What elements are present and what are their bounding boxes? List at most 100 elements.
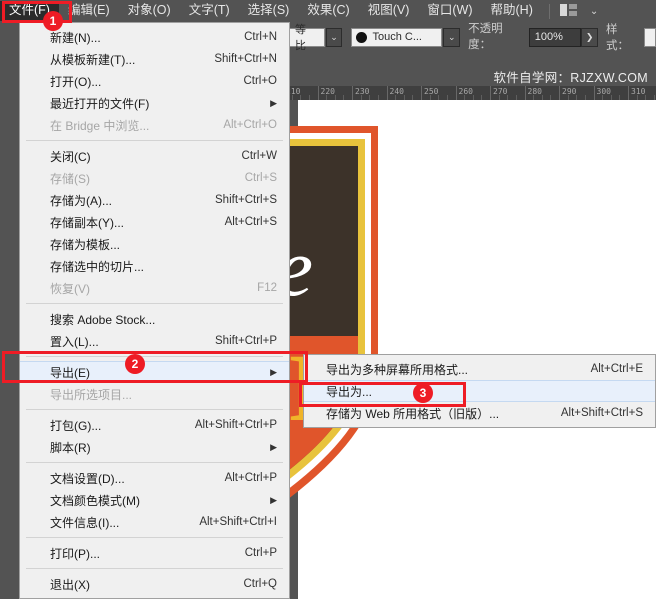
menu-separator bbox=[26, 568, 283, 569]
file-menu-item[interactable]: 文件信息(I)... Alt+Shift+Ctrl+I bbox=[20, 511, 289, 533]
menubar-item-window[interactable]: 窗口(W) bbox=[418, 1, 481, 21]
file-menu-item-shortcut: Ctrl+P bbox=[244, 547, 277, 559]
menubar-item-edit[interactable]: 编辑(E) bbox=[59, 1, 119, 21]
file-menu-item-label: 脚本(R) bbox=[50, 440, 91, 455]
ruler-tick bbox=[559, 86, 560, 100]
opacity-input[interactable]: 100% bbox=[528, 27, 582, 47]
file-menu-item[interactable]: 存储为模板... bbox=[20, 233, 289, 255]
submenu-arrow-icon: ▶ bbox=[270, 366, 277, 377]
ruler-label: 270 bbox=[493, 87, 508, 96]
artboard[interactable]: MAIN Coffee bbox=[289, 100, 656, 599]
file-menu-item-label: 退出(X) bbox=[50, 577, 90, 592]
menubar-item-help[interactable]: 帮助(H) bbox=[482, 1, 542, 21]
submenu-arrow-icon: ▶ bbox=[270, 97, 277, 108]
menubar-item-type[interactable]: 文字(T) bbox=[180, 1, 239, 21]
file-menu-item-label: 最近打开的文件(F) bbox=[50, 96, 150, 111]
file-menu-item-label: 新建(N)... bbox=[50, 30, 101, 45]
menu-separator bbox=[26, 356, 283, 357]
ruler-label: 290 bbox=[562, 87, 577, 96]
opacity-label: 不透明度： bbox=[468, 20, 525, 54]
export-submenu-item-label: 导出为... bbox=[326, 384, 373, 399]
horizontal-ruler[interactable]: 210220230240250260270280290300310 bbox=[289, 86, 656, 100]
file-menu-item-label: 存储副本(Y)... bbox=[50, 215, 124, 230]
style-label: 样式： bbox=[606, 24, 630, 52]
file-menu-item-label: 搜索 Adobe Stock... bbox=[50, 312, 156, 327]
annotation-badge-2: 2 bbox=[125, 354, 145, 374]
export-submenu-item[interactable]: 导出为多种屏幕所用格式... Alt+Ctrl+E bbox=[304, 358, 655, 380]
file-menu-item[interactable]: 打印(P)... Ctrl+P bbox=[20, 542, 289, 564]
annotation-badge-3: 3 bbox=[413, 383, 433, 403]
file-menu-item[interactable]: 脚本(R) ▶ bbox=[20, 436, 289, 458]
file-menu-item[interactable]: 搜索 Adobe Stock... bbox=[20, 308, 289, 330]
export-submenu[interactable]: 导出为多种屏幕所用格式... Alt+Ctrl+E 导出为... 存储为 Web 所用… bbox=[303, 354, 656, 428]
chevron-down-icon[interactable]: ⌄ bbox=[590, 6, 598, 17]
menubar-item-select[interactable]: 选择(S) bbox=[239, 1, 299, 21]
export-submenu-item[interactable]: 导出为... bbox=[304, 380, 655, 402]
proportion-field[interactable]: 等比 bbox=[290, 24, 325, 52]
file-menu-item[interactable]: 新建(N)... Ctrl+N bbox=[20, 26, 289, 48]
file-menu-item-label: 存储(S) bbox=[50, 171, 90, 186]
workspace-switcher[interactable]: ⌄ bbox=[559, 3, 598, 19]
style-swatch[interactable] bbox=[644, 27, 656, 47]
file-menu-item[interactable]: 关闭(C) Ctrl+W bbox=[20, 145, 289, 167]
export-submenu-item[interactable]: 存储为 Web 所用格式（旧版）... Alt+Shift+Ctrl+S bbox=[304, 402, 655, 424]
brush-swatch-icon bbox=[356, 31, 368, 43]
file-menu-item-shortcut: Alt+Shift+Ctrl+I bbox=[199, 516, 277, 528]
file-menu-item-label: 关闭(C) bbox=[50, 149, 91, 164]
file-menu-item[interactable]: 打开(O)... Ctrl+O bbox=[20, 70, 289, 92]
file-menu-item-label: 文件信息(I)... bbox=[50, 515, 120, 530]
file-dropdown-menu[interactable]: 新建(N)... Ctrl+N 从模板新建(T)... Shift+Ctrl+N 打开(… bbox=[19, 22, 290, 599]
file-menu-item-label: 存储为模板... bbox=[50, 237, 121, 252]
file-menu-item[interactable]: 从模板新建(T)... Shift+Ctrl+N bbox=[20, 48, 289, 70]
file-menu-item-shortcut: Alt+Ctrl+O bbox=[223, 119, 277, 131]
file-menu-item-shortcut: Shift+Ctrl+N bbox=[214, 53, 277, 65]
file-menu-item[interactable]: 存储为(A)... Shift+Ctrl+S bbox=[20, 189, 289, 211]
file-menu-item[interactable]: 最近打开的文件(F) ▶ bbox=[20, 92, 289, 114]
submenu-arrow-icon: ▶ bbox=[270, 441, 277, 452]
ruler-tick bbox=[628, 86, 629, 100]
file-menu-item-shortcut: Alt+Shift+Ctrl+P bbox=[194, 419, 277, 431]
menu-separator bbox=[26, 303, 283, 304]
file-menu-item-shortcut: Ctrl+W bbox=[241, 150, 277, 162]
file-menu-item[interactable]: 置入(L)... Shift+Ctrl+P bbox=[20, 330, 289, 352]
ruler-label: 220 bbox=[320, 87, 335, 96]
svg-text:Coffee: Coffee bbox=[289, 222, 313, 313]
file-menu-item-shortcut: Shift+Ctrl+P bbox=[215, 335, 277, 347]
file-menu-item-label: 从模板新建(T)... bbox=[50, 52, 136, 67]
opacity-stepper-arrow[interactable]: ❯ bbox=[581, 27, 599, 47]
file-menu-item[interactable]: 退出(X) Ctrl+Q bbox=[20, 573, 289, 595]
file-menu-item[interactable]: 打包(G)... Alt+Shift+Ctrl+P bbox=[20, 414, 289, 436]
proportion-dropdown-caret[interactable]: ⌄ bbox=[325, 27, 343, 47]
ruler-label: 280 bbox=[527, 87, 542, 96]
brush-picker[interactable]: Touch C... bbox=[351, 27, 443, 47]
file-menu-item[interactable]: 存储选中的切片... bbox=[20, 255, 289, 277]
file-menu-item[interactable]: 文档颜色模式(M) ▶ bbox=[20, 489, 289, 511]
file-menu-item[interactable]: 导出(E) ▶ bbox=[20, 361, 289, 383]
file-menu-item: 恢复(V) F12 bbox=[20, 277, 289, 299]
file-menu-item-label: 导出(E) bbox=[50, 365, 90, 380]
file-menu-item-shortcut: Alt+Ctrl+P bbox=[224, 472, 277, 484]
file-menu-item-label: 打印(P)... bbox=[50, 546, 100, 561]
file-menu-item[interactable]: 存储副本(Y)... Alt+Ctrl+S bbox=[20, 211, 289, 233]
options-bar-controls: 等比 ⌄ Touch C... ⌄ 不透明度： 100% ❯ 样式： bbox=[289, 20, 656, 54]
file-menu-item-shortcut: Ctrl+O bbox=[243, 75, 277, 87]
menubar-item-view[interactable]: 视图(V) bbox=[359, 1, 419, 21]
ruler-tick bbox=[317, 86, 319, 100]
file-menu-item-label: 文档设置(D)... bbox=[50, 471, 125, 486]
brush-dropdown-caret[interactable]: ⌄ bbox=[443, 27, 461, 47]
menu-separator bbox=[26, 140, 283, 141]
site-watermark: 软件自学网：RJZXW.COM bbox=[289, 66, 656, 86]
menu-bar: 文件(F) 编辑(E) 对象(O) 文字(T) 选择(S) 效果(C) 视图(V… bbox=[0, 0, 656, 22]
menubar-item-object[interactable]: 对象(O) bbox=[119, 1, 180, 21]
ruler-label: 250 bbox=[424, 87, 439, 96]
submenu-arrow-icon: ▶ bbox=[270, 494, 277, 505]
file-menu-item[interactable]: 文档设置(D)... Alt+Ctrl+P bbox=[20, 467, 289, 489]
file-menu-item-shortcut: F12 bbox=[257, 282, 277, 294]
file-menu-item-label: 打开(O)... bbox=[50, 74, 102, 89]
ruler-tick bbox=[490, 86, 491, 100]
file-menu-item-shortcut: Alt+Ctrl+S bbox=[224, 216, 277, 228]
menubar-item-effect[interactable]: 效果(C) bbox=[298, 1, 358, 21]
file-menu-item-label: 恢复(V) bbox=[50, 281, 90, 296]
canvas-area[interactable]: MAIN Coffee bbox=[289, 100, 656, 599]
menu-separator bbox=[26, 462, 283, 463]
